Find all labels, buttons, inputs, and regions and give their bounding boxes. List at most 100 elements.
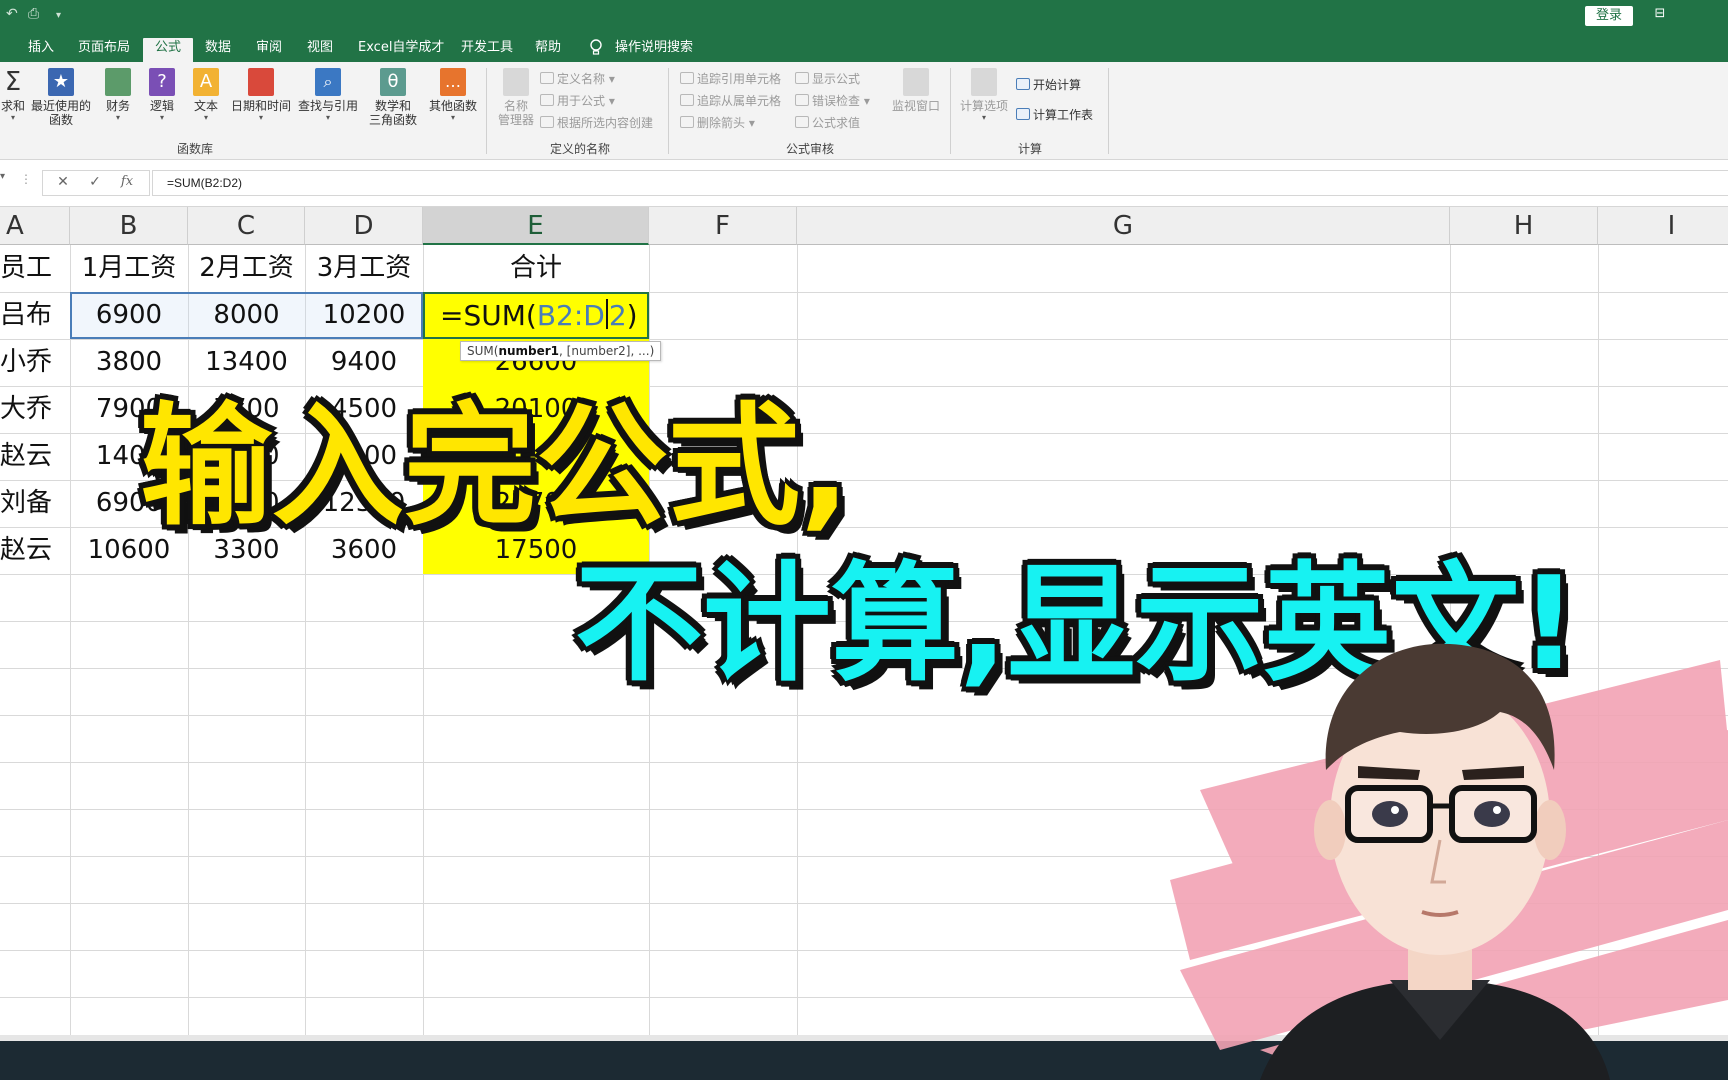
- math-trig-button[interactable]: θ 数学和 三角函数: [362, 68, 424, 127]
- formula-bar-grip-icon[interactable]: ⋮: [20, 172, 32, 186]
- undo-icon[interactable]: ↶: [6, 6, 18, 22]
- use-in-formula-icon: [540, 94, 554, 106]
- create-from-selection-icon: [540, 116, 554, 128]
- text-icon: A: [193, 68, 219, 96]
- tell-me-search[interactable]: 操作说明搜索: [615, 38, 693, 62]
- group-label-function-library: 函数库: [176, 142, 213, 156]
- ribbon-tab-bar: 插入 页面布局 公式 数据 审阅 视图 Excel自学成才 开发工具 帮助 操作…: [0, 32, 1728, 64]
- financial-button[interactable]: 财务 ▾: [100, 68, 136, 123]
- formula-bar-buttons: ✕ ✓ fx: [42, 170, 150, 196]
- table-cell[interactable]: 赵云: [0, 527, 70, 574]
- tab-formulas[interactable]: 公式: [143, 38, 194, 64]
- tab-help[interactable]: 帮助: [535, 38, 561, 62]
- header-cell-mar[interactable]: 3月工资: [305, 245, 423, 292]
- more-functions-icon: …: [440, 68, 466, 96]
- evaluate-formula-icon: [795, 116, 809, 128]
- tab-developer[interactable]: 开发工具: [461, 38, 513, 62]
- ribbon-display-options-icon[interactable]: ⊟: [1650, 6, 1670, 22]
- column-header-h[interactable]: H: [1450, 207, 1598, 245]
- evaluate-formula-button[interactable]: 公式求值: [795, 114, 860, 132]
- calculate-sheet-button[interactable]: 计算工作表: [1016, 106, 1093, 124]
- table-cell[interactable]: 大乔: [0, 386, 70, 433]
- active-cell-formula[interactable]: =SUM(B2:D 2): [440, 292, 638, 339]
- show-formulas-button[interactable]: 显示公式: [795, 70, 860, 88]
- error-checking-icon: [795, 94, 809, 106]
- more-functions-button[interactable]: … 其他函数 ▾: [425, 68, 481, 123]
- column-header-f[interactable]: F: [649, 207, 797, 245]
- define-name-button[interactable]: 定义名称 ▾: [540, 70, 615, 88]
- header-cell-feb[interactable]: 2月工资: [188, 245, 305, 292]
- calendar-icon: [248, 68, 274, 96]
- function-argument-tooltip[interactable]: SUM(number1, [number2], ...): [460, 341, 662, 361]
- customize-qat-icon[interactable]: ▾: [56, 10, 61, 21]
- text-caret: [605, 299, 608, 329]
- table-cell[interactable]: 6900: [70, 292, 188, 339]
- calculate-now-button[interactable]: 开始计算: [1016, 76, 1081, 94]
- cancel-icon[interactable]: ✕: [51, 174, 75, 194]
- insert-function-icon[interactable]: fx: [115, 174, 139, 194]
- table-cell[interactable]: 赵云: [0, 433, 70, 480]
- tab-insert[interactable]: 插入: [28, 38, 54, 62]
- column-header-i[interactable]: I: [1598, 207, 1728, 245]
- tab-page-layout[interactable]: 页面布局: [78, 38, 130, 62]
- table-cell[interactable]: 小乔: [0, 339, 70, 386]
- theta-icon: θ: [380, 68, 406, 96]
- column-header-g[interactable]: G: [797, 207, 1450, 245]
- ribbon: Σ 求和 ▾ ★ 最近使用的 函数 财务 ▾ ? 逻辑 ▾ A 文本 ▾ 日期和…: [0, 62, 1728, 160]
- name-manager-button[interactable]: 名称 管理器: [494, 68, 538, 127]
- remove-arrows-button[interactable]: 删除箭头 ▾: [680, 114, 755, 132]
- calculator-icon: [971, 68, 997, 96]
- tab-excel-self-study[interactable]: Excel自学成才: [358, 38, 444, 62]
- header-cell-employee[interactable]: 员工: [0, 245, 70, 292]
- column-header-e[interactable]: E: [423, 207, 649, 245]
- calculation-options-button[interactable]: 计算选项 ▾: [958, 68, 1010, 123]
- create-from-selection-button[interactable]: 根据所选内容创建: [540, 114, 653, 132]
- star-icon: ★: [48, 68, 74, 96]
- tab-view[interactable]: 视图: [307, 38, 333, 62]
- column-header-b[interactable]: B: [70, 207, 188, 245]
- ribbon-separator: [950, 68, 951, 154]
- lookup-reference-button[interactable]: ⌕ 查找与引用 ▾: [295, 68, 361, 123]
- recently-used-button[interactable]: ★ 最近使用的 函数: [30, 68, 92, 127]
- table-cell[interactable]: 10200: [305, 292, 423, 339]
- logical-button[interactable]: ? 逻辑 ▾: [144, 68, 180, 123]
- column-header-a[interactable]: A: [0, 207, 70, 245]
- ribbon-separator: [486, 68, 487, 154]
- trace-precedents-icon: [680, 72, 694, 84]
- header-cell-total[interactable]: 合计: [423, 245, 649, 292]
- tab-review[interactable]: 审阅: [256, 38, 282, 62]
- use-in-formula-button[interactable]: 用于公式 ▾: [540, 92, 615, 110]
- text-button[interactable]: A 文本 ▾: [188, 68, 224, 123]
- table-cell[interactable]: 吕布: [0, 292, 70, 339]
- error-checking-button[interactable]: 错误检查 ▾: [795, 92, 870, 110]
- define-name-icon: [540, 72, 554, 84]
- trace-dependents-icon: [680, 94, 694, 106]
- title-bar: ↶ ⎙ ▾ 登录 ⊟: [0, 0, 1728, 32]
- tab-data[interactable]: 数据: [205, 38, 231, 62]
- print-preview-icon[interactable]: ⎙: [28, 6, 39, 22]
- group-label-formula-auditing: 公式审核: [785, 142, 834, 156]
- trace-dependents-button[interactable]: 追踪从属单元格: [680, 92, 781, 110]
- calculate-sheet-icon: [1016, 108, 1030, 120]
- login-button[interactable]: 登录: [1585, 6, 1633, 26]
- column-header-d[interactable]: D: [305, 207, 423, 245]
- enter-icon[interactable]: ✓: [83, 174, 107, 194]
- trace-precedents-button[interactable]: 追踪引用单元格: [680, 70, 781, 88]
- formula-bar: ▾ ⋮ ✕ ✓ fx =SUM(B2:D2): [0, 160, 1728, 207]
- lightbulb-icon: [590, 39, 602, 55]
- remove-arrows-icon: [680, 116, 694, 128]
- table-cell[interactable]: 刘备: [0, 480, 70, 527]
- table-cell[interactable]: 8000: [188, 292, 305, 339]
- logic-icon: ?: [149, 68, 175, 96]
- column-header-c[interactable]: C: [188, 207, 305, 245]
- name-box-dropdown-icon[interactable]: ▾: [0, 171, 5, 182]
- group-label-defined-names: 定义的名称: [549, 142, 610, 156]
- autosum-button[interactable]: Σ 求和 ▾: [0, 68, 26, 123]
- ribbon-separator: [668, 68, 669, 154]
- watch-window-button[interactable]: 监视窗口: [888, 68, 944, 113]
- date-time-button[interactable]: 日期和时间 ▾: [228, 68, 294, 123]
- presenter-avatar: [1170, 643, 1728, 1080]
- name-manager-icon: [503, 68, 529, 96]
- header-cell-jan[interactable]: 1月工资: [70, 245, 188, 292]
- formula-input[interactable]: =SUM(B2:D2): [152, 170, 1728, 196]
